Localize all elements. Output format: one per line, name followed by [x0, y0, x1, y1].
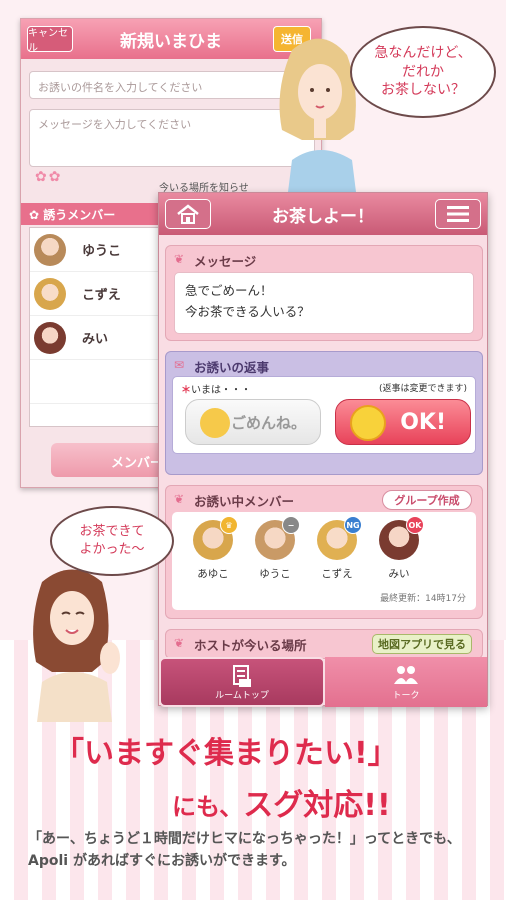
message-panel: ❦ メッセージ 急でごめーん！ 今お茶できる人いる？ — [165, 245, 483, 341]
list-item[interactable]: ゆうこ — [30, 228, 160, 272]
member-name: こずえ — [321, 568, 353, 580]
headline-small: にも、 — [172, 793, 244, 821]
headline-line-2: にも、スグ対応!! — [172, 780, 391, 824]
ok-badge: OK — [406, 516, 424, 534]
sad-face-icon — [200, 408, 230, 438]
invited-members-box: ♛ あゆこ − ゆうこ NG こずえ OK みい 最終更新：14時17分 — [172, 512, 476, 610]
list-item[interactable]: NG こずえ — [312, 516, 362, 581]
description-text: 「あー、ちょうど１時間だけヒマになっちゃった！」ってときでも、Apoli があれ… — [28, 831, 461, 870]
message-line-1: 急でごめーん！ — [185, 283, 273, 298]
host-location-panel: ❦ ホストが今いる場所 地図アプリで見る — [165, 629, 483, 659]
reply-note: (返事は変更できます) — [378, 384, 467, 394]
host-section-label: ホストが今いる場所 — [194, 638, 307, 653]
invite-members-label: 誘うメンバー — [43, 208, 116, 222]
ng-badge: NG — [344, 516, 362, 534]
list-item[interactable]: みい — [30, 316, 160, 360]
speech-text-bottom: お茶できて よかった〜 — [79, 524, 145, 557]
reply-box: ＊いまは・・・ (返事は変更できます) ごめんね。 OK! — [172, 376, 476, 454]
speech-text-top: 急なんだけど、 だれか お茶しない？ — [374, 44, 472, 99]
ok-button[interactable]: OK! — [335, 399, 471, 445]
list-item[interactable]: ♛ あゆこ — [188, 516, 238, 581]
member-list: ゆうこ こずえ みい — [29, 227, 161, 427]
message-line-2: 今お茶できる人いる？ — [185, 304, 310, 320]
member-name: みい — [82, 332, 109, 347]
member-name: あゆこ — [197, 568, 229, 580]
invite-members-header: ✿ 誘うメンバー — [21, 203, 161, 225]
list-item[interactable]: OK みい — [374, 516, 424, 581]
leaf-icon: ❦ — [174, 636, 185, 650]
member-name: こずえ — [82, 288, 121, 303]
flower-decoration-icon: ✿✿ — [35, 169, 63, 185]
member-name: ゆうこ — [259, 568, 291, 580]
sorry-label: ごめんね。 — [230, 413, 306, 432]
reply-panel: ✉ お誘いの返事 ＊いまは・・・ (返事は変更できます) ごめんね。 OK! — [165, 351, 483, 475]
inviting-members-panel: ❦ お誘い中メンバー グループ作成 ♛ あゆこ − ゆうこ NG こずえ OK み… — [165, 485, 483, 619]
avatar — [34, 233, 66, 266]
tea-room-title: お茶しよー！ — [272, 206, 374, 227]
current-status-label: ＊いまは・・・ — [181, 385, 251, 396]
open-map-button[interactable]: 地図アプリで見る — [372, 634, 472, 654]
headline-line-1: 「いますぐ集まりたい!」 — [54, 736, 398, 771]
tab-talk[interactable]: トーク — [325, 657, 487, 707]
home-button[interactable] — [165, 199, 211, 229]
reply-section-label: お誘いの返事 — [194, 360, 270, 375]
girl-illustration-bottom — [33, 569, 120, 722]
member-button[interactable]: メンバー — [51, 443, 171, 477]
tab-talk-label: トーク — [392, 690, 420, 701]
member-name: みい — [388, 568, 410, 580]
avatar — [34, 277, 66, 310]
member-name: ゆうこ — [82, 244, 122, 259]
cancel-button[interactable]: キャンセル — [27, 26, 73, 54]
last-updated: 最終更新：14時17分 — [380, 594, 466, 604]
list-item[interactable]: − ゆうこ — [250, 516, 300, 581]
tea-room-screen: お茶しよー！ ❦ メッセージ 急でごめーん！ 今お茶できる人いる？ ✉ お誘いの返事… — [158, 192, 488, 707]
menu-icon — [447, 206, 469, 222]
tea-room-header: お茶しよー！ — [159, 193, 487, 235]
speech-bubble-top: 急なんだけど、 だれか お茶しない？ — [350, 26, 496, 118]
menu-button[interactable] — [435, 199, 481, 229]
crown-icon: ♛ — [220, 516, 238, 534]
now-label: いまは・・・ — [191, 385, 251, 396]
tab-room-top[interactable]: ルームトップ — [159, 657, 325, 707]
list-item — [30, 360, 160, 404]
avatar — [34, 321, 66, 354]
message-section-title: ❦ メッセージ — [166, 246, 482, 270]
room-top-icon — [233, 664, 251, 687]
invite-section-label: お誘い中メンバー — [194, 494, 295, 509]
leaf-icon: ❦ — [174, 492, 185, 506]
create-group-button[interactable]: グループ作成 — [382, 490, 472, 510]
home-icon — [177, 204, 199, 224]
tab-room-top-label: ルームトップ — [215, 690, 269, 701]
envelope-icon: ✉ — [174, 358, 185, 372]
speech-bubble-bottom: お茶できて よかった〜 — [50, 506, 174, 576]
message-body: 急でごめーん！ 今お茶できる人いる？ — [174, 272, 474, 334]
headline-big: スグ対応!! — [243, 788, 391, 823]
happy-face-icon — [350, 405, 386, 441]
talk-icon — [394, 665, 418, 684]
pending-badge: − — [282, 516, 300, 534]
ok-label: OK! — [400, 409, 446, 435]
leaf-icon: ❦ — [174, 252, 185, 266]
message-section-label: メッセージ — [194, 254, 257, 269]
tab-bar: ルームトップ トーク — [159, 657, 487, 707]
sorry-button[interactable]: ごめんね。 — [185, 399, 321, 445]
reply-section-title: ✉ お誘いの返事 — [166, 352, 482, 376]
list-item[interactable]: こずえ — [30, 272, 160, 316]
new-invite-title: 新規いまひま — [120, 31, 222, 52]
